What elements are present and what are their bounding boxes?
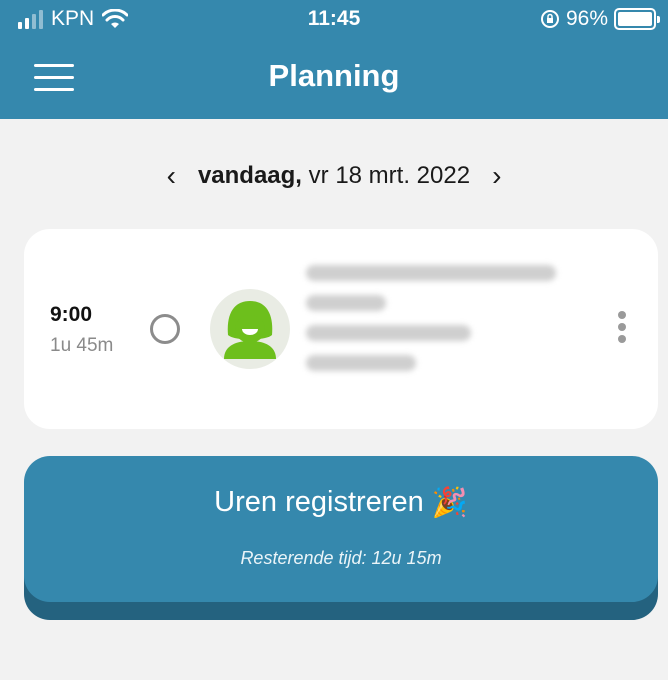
- battery-percent: 96%: [565, 7, 608, 30]
- status-right: 96%: [540, 7, 660, 31]
- page-title: Planning: [268, 58, 400, 93]
- battery-icon: [614, 8, 660, 30]
- remaining-time-label: Resterende tijd: 12u 15m: [240, 548, 442, 568]
- more-vertical-icon[interactable]: [614, 311, 630, 349]
- date-navigation: ‹ vandaag, vr 18 mrt. 2022 ›: [0, 156, 668, 196]
- appointment-duration: 1u 45m: [50, 335, 114, 356]
- status-bar: KPN 11:45 96%: [0, 0, 668, 38]
- register-hours-label: Uren registreren: [214, 486, 424, 518]
- date-label: vandaag, vr 18 mrt. 2022: [198, 162, 470, 190]
- date-value: vr 18 mrt. 2022: [308, 162, 471, 189]
- appointment-card[interactable]: 9:00 1u 45m: [24, 229, 658, 429]
- date-day-label: vandaag,: [197, 162, 302, 189]
- chevron-right-icon[interactable]: ›: [470, 162, 523, 190]
- register-hours-button[interactable]: Uren registreren 🎉 Resterende tijd: 12u 1…: [24, 456, 658, 602]
- register-hours-title: Uren registreren 🎉: [24, 486, 658, 520]
- redacted-appointment-details: [306, 265, 556, 385]
- app-header: KPN 11:45 96% Planning: [0, 0, 668, 119]
- user-avatar-icon: [210, 289, 290, 369]
- party-popper-icon: 🎉: [431, 487, 468, 520]
- appointment-start-time: 9:00: [50, 303, 93, 326]
- rotation-lock-icon: [540, 10, 559, 28]
- chevron-left-icon[interactable]: ‹: [145, 162, 198, 190]
- empty-circle-icon[interactable]: [150, 314, 180, 344]
